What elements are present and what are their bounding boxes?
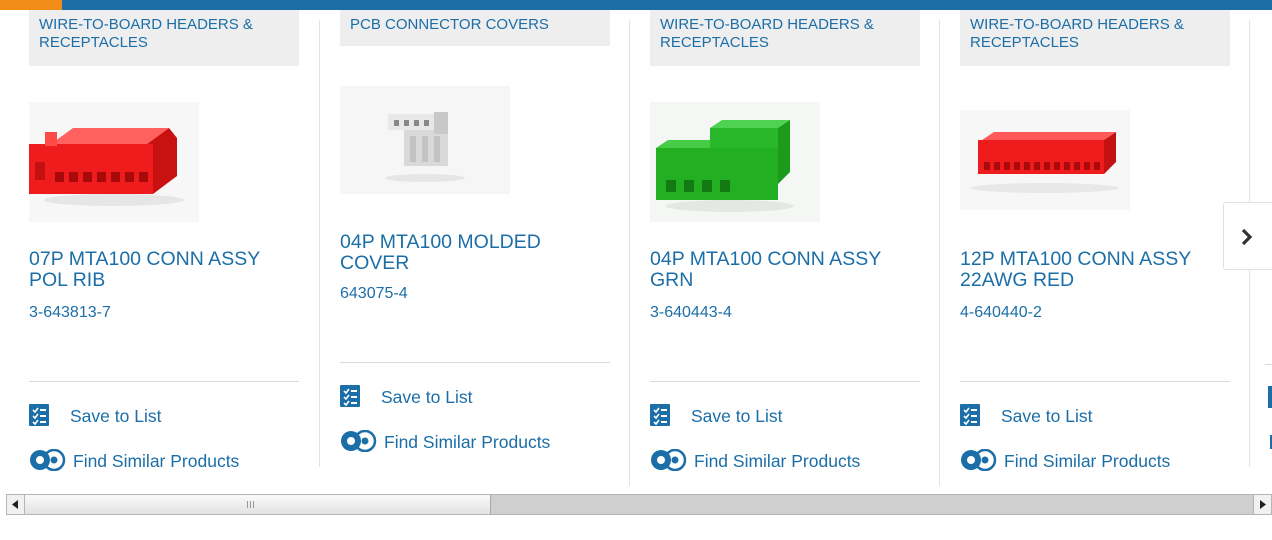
divider: [29, 381, 299, 382]
scroll-left-button[interactable]: [7, 495, 25, 514]
save-to-list-label: Save to List: [381, 387, 473, 407]
card-divider: [629, 20, 630, 486]
horizontal-scrollbar[interactable]: [6, 494, 1272, 515]
header-accent: [0, 0, 62, 10]
product-image[interactable]: [650, 102, 820, 222]
partial-card-icon: [1268, 386, 1272, 408]
arrow-left-icon: [7, 500, 24, 518]
find-similar-label: Find Similar Products: [73, 451, 240, 471]
similar-products-icon: [29, 448, 67, 476]
product-card: WIRE-TO-BOARD HEADERS & RECEPTACLES 12P …: [960, 10, 1230, 490]
checklist-icon: [29, 404, 49, 431]
find-similar-label: Find Similar Products: [694, 451, 861, 471]
product-card: WIRE-TO-BOARD HEADERS & RECEPTACLES 04P …: [650, 10, 920, 490]
divider: [960, 381, 1230, 382]
product-category[interactable]: WIRE-TO-BOARD HEADERS & RECEPTACLES: [29, 10, 299, 66]
product-image[interactable]: [960, 110, 1130, 230]
arrow-right-icon: [1254, 500, 1271, 518]
scrollbar-grip-icon: [247, 501, 248, 508]
divider: [340, 362, 610, 363]
product-title[interactable]: 12P MTA100 CONN ASSY 22AWG RED: [960, 249, 1228, 291]
product-card: PCB CONNECTOR COVERS 04P MTA100 MOLDED C…: [340, 10, 610, 490]
product-title[interactable]: 04P MTA100 CONN ASSY GRN: [650, 249, 918, 291]
carousel-next-button[interactable]: [1223, 202, 1272, 270]
save-to-list-label: Save to List: [691, 406, 783, 426]
scrollbar-track[interactable]: [491, 495, 1253, 514]
checklist-icon: [960, 404, 980, 431]
card-divider: [939, 20, 940, 486]
find-similar-label: Find Similar Products: [1004, 451, 1171, 471]
product-category[interactable]: PCB CONNECTOR COVERS: [340, 10, 610, 46]
card-divider: [319, 20, 320, 467]
product-title[interactable]: 07P MTA100 CONN ASSY POL RIB: [29, 249, 297, 291]
partial-card-divider: [1265, 364, 1272, 365]
save-to-list-label: Save to List: [1001, 406, 1093, 426]
product-image[interactable]: [29, 102, 199, 222]
similar-products-icon: [340, 429, 378, 457]
divider: [650, 381, 920, 382]
product-carousel: WIRE-TO-BOARD HEADERS & RECEPTACLES 07P …: [0, 10, 1272, 490]
scroll-right-button[interactable]: [1253, 495, 1271, 514]
product-card: WIRE-TO-BOARD HEADERS & RECEPTACLES 07P …: [29, 10, 299, 490]
product-category[interactable]: WIRE-TO-BOARD HEADERS & RECEPTACLES: [960, 10, 1230, 66]
product-title[interactable]: 04P MTA100 MOLDED COVER: [340, 232, 608, 274]
part-number[interactable]: 3-640443-4: [650, 304, 732, 322]
part-number[interactable]: 3-643813-7: [29, 304, 111, 322]
find-similar-label: Find Similar Products: [384, 432, 551, 452]
product-category[interactable]: WIRE-TO-BOARD HEADERS & RECEPTACLES: [650, 10, 920, 66]
part-number[interactable]: 4-640440-2: [960, 304, 1042, 322]
part-number[interactable]: 643075-4: [340, 285, 408, 303]
scrollbar-thumb[interactable]: [25, 495, 491, 514]
product-image[interactable]: [340, 86, 510, 206]
similar-products-icon: [650, 448, 688, 476]
checklist-icon: [340, 385, 360, 412]
similar-products-icon: [960, 448, 998, 476]
checklist-icon: [650, 404, 670, 431]
save-to-list-label: Save to List: [70, 406, 162, 426]
header-bar: [0, 0, 1272, 10]
